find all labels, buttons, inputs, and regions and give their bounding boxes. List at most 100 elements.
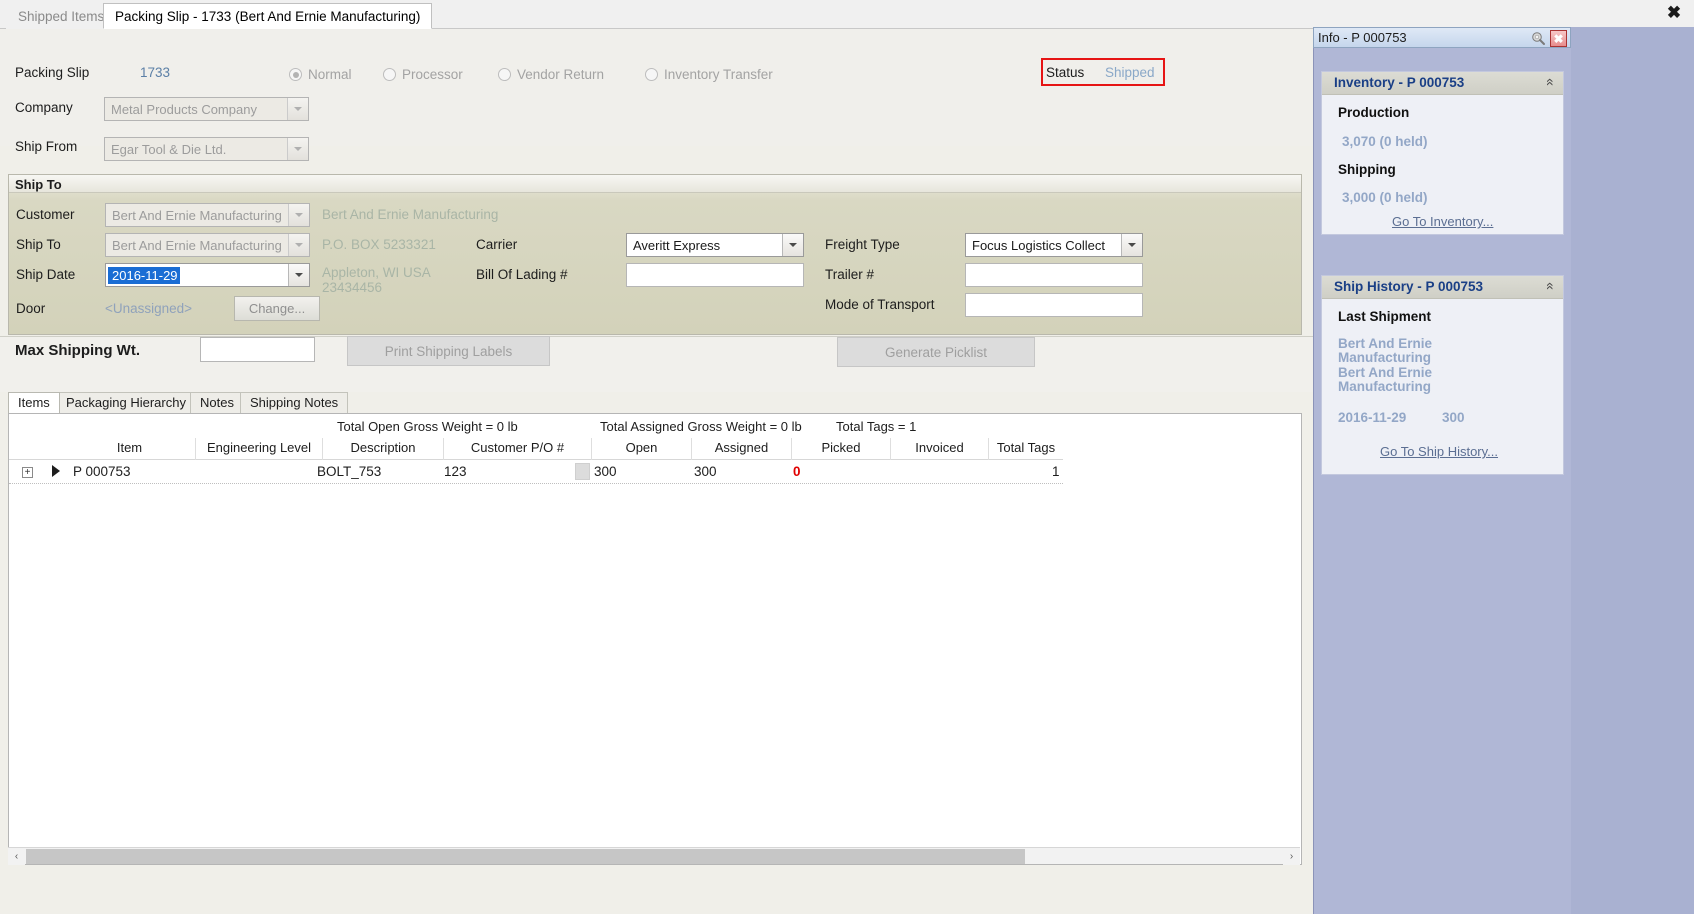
chevron-down-icon[interactable] — [288, 234, 309, 256]
max-shipping-wt-label: Max Shipping Wt. — [15, 342, 140, 359]
ship-date-combo[interactable]: 2016-11-29 — [105, 263, 310, 287]
print-shipping-labels-label: Print Shipping Labels — [384, 343, 513, 359]
lower-tab-strip: Items Packaging Hierarchy Notes Shipping… — [8, 392, 1302, 413]
ship-history-customer-line-1: Bert And Ernie — [1338, 336, 1433, 351]
cell-description: BOLT_753 — [317, 464, 382, 479]
go-to-inventory-link[interactable]: Go To Inventory... — [1392, 214, 1493, 229]
go-to-ship-history-link[interactable]: Go To Ship History... — [1380, 444, 1498, 459]
carrier-combo[interactable]: Averitt Express — [626, 233, 804, 257]
scrollbar-thumb[interactable] — [26, 849, 1025, 864]
ship-to-combo[interactable]: Bert And Ernie Manufacturing — [105, 233, 310, 257]
company-combo-value: Metal Products Company — [111, 101, 257, 117]
ship-history-card-header[interactable]: Ship History - P 000753 « — [1322, 276, 1563, 299]
ship-to-combo-value: Bert And Ernie Manufacturing — [112, 237, 282, 253]
chevron-up-icon[interactable]: « — [1543, 78, 1559, 86]
cell-picked: 0 — [793, 464, 801, 479]
tab-packaging-hierarchy-label: Packaging Hierarchy — [66, 395, 186, 410]
total-tags: Total Tags = 1 — [836, 419, 917, 434]
generate-picklist-button[interactable]: Generate Picklist — [837, 337, 1035, 367]
column-header-item[interactable]: Item — [64, 438, 196, 460]
inventory-shipping-value: 3,000 (0 held) — [1342, 190, 1428, 205]
tab-shipping-notes[interactable]: Shipping Notes — [240, 392, 349, 413]
customer-display-name: Bert And Ernie Manufacturing — [322, 207, 499, 222]
form-header-section: Packing Slip 1733 Normal Processor Vendo… — [0, 29, 1313, 161]
inventory-shipping-label: Shipping — [1338, 162, 1396, 177]
table-row[interactable]: + P 000753 BOLT_753 123 300 300 0 1 — [9, 461, 1063, 484]
radio-normal-label: Normal — [308, 67, 352, 82]
bill-of-lading-input[interactable] — [626, 263, 804, 287]
dock-close-icon[interactable]: ✖ — [1550, 30, 1567, 47]
items-grid: Total Open Gross Weight = 0 lb Total Ass… — [8, 413, 1302, 865]
tab-packaging-hierarchy[interactable]: Packaging Hierarchy — [56, 392, 196, 413]
company-combo[interactable]: Metal Products Company — [104, 97, 309, 121]
column-header-description[interactable]: Description — [323, 438, 444, 460]
freight-type-label: Freight Type — [825, 237, 900, 252]
packing-slip-label: Packing Slip — [15, 65, 90, 80]
radio-processor-label: Processor — [402, 67, 463, 82]
door-label: Door — [16, 301, 46, 316]
pin-icon[interactable] — [1531, 31, 1546, 46]
ship-history-card: Ship History - P 000753 « Last Shipment … — [1321, 275, 1564, 475]
radio-inventory-transfer-label: Inventory Transfer — [664, 67, 773, 82]
application-window: Shipped Items Packing Slip - 1733 (Bert … — [0, 0, 1694, 914]
cell-open: 300 — [594, 464, 617, 479]
row-indicator-icon — [52, 465, 60, 477]
radio-inventory-transfer[interactable]: Inventory Transfer — [645, 67, 773, 82]
close-icon[interactable]: ✖ — [1664, 3, 1684, 23]
chevron-down-icon[interactable] — [287, 138, 308, 160]
column-header-total-tags[interactable]: Total Tags — [989, 438, 1063, 460]
status-label: Status — [1046, 65, 1085, 80]
row-expander-icon[interactable]: + — [22, 467, 33, 478]
address-line-3: 23434456 — [322, 280, 383, 295]
chevron-down-icon[interactable] — [1121, 234, 1142, 256]
horizontal-scrollbar[interactable]: ‹ › — [8, 847, 1300, 865]
ship-to-group: Ship To Customer Bert And Ernie Manufact… — [8, 174, 1302, 335]
trailer-label: Trailer # — [825, 267, 875, 282]
radio-processor[interactable]: Processor — [383, 67, 463, 82]
trailer-input[interactable] — [965, 263, 1143, 287]
column-header-engineering-level[interactable]: Engineering Level — [196, 438, 323, 460]
freight-type-combo[interactable]: Focus Logistics Collect — [965, 233, 1143, 257]
column-header-customer-po[interactable]: Customer P/O # — [444, 438, 592, 460]
ship-from-label: Ship From — [15, 139, 78, 154]
customer-combo[interactable]: Bert And Ernie Manufacturing — [105, 203, 310, 227]
inventory-production-label: Production — [1338, 105, 1410, 120]
info-dock-panel: Info - P 000753 ✖ Inventory - P 000753 «… — [1313, 27, 1694, 914]
radio-processor-ring — [383, 68, 396, 81]
tab-notes[interactable]: Notes — [190, 392, 244, 413]
tab-shipped-items[interactable]: Shipped Items — [6, 3, 117, 29]
chevron-down-icon[interactable] — [288, 204, 309, 226]
column-header-open[interactable]: Open — [592, 438, 692, 460]
address-line-1: P.O. BOX 5233321 — [322, 237, 436, 252]
inventory-card: Inventory - P 000753 « Production 3,070 … — [1321, 71, 1564, 235]
scroll-left-button[interactable]: ‹ — [8, 848, 25, 865]
radio-normal[interactable]: Normal — [289, 67, 352, 82]
scroll-right-button[interactable]: › — [1283, 848, 1300, 865]
mode-of-transport-input[interactable] — [965, 293, 1143, 317]
max-shipping-wt-input[interactable] — [200, 337, 315, 362]
customer-combo-value: Bert And Ernie Manufacturing — [112, 207, 282, 223]
ship-from-combo[interactable]: Egar Tool & Die Ltd. — [104, 137, 309, 161]
chevron-down-icon[interactable] — [287, 98, 308, 120]
print-shipping-labels-button[interactable]: Print Shipping Labels — [347, 336, 550, 366]
tab-items[interactable]: Items — [8, 392, 60, 413]
radio-vendor-return[interactable]: Vendor Return — [498, 67, 604, 82]
chevron-down-icon[interactable] — [288, 264, 309, 286]
inventory-card-header[interactable]: Inventory - P 000753 « — [1322, 72, 1563, 95]
column-header-invoiced[interactable]: Invoiced — [891, 438, 989, 460]
tab-shipping-notes-label: Shipping Notes — [250, 395, 339, 410]
company-label: Company — [15, 100, 73, 115]
tab-packing-slip[interactable]: Packing Slip - 1733 (Bert And Ernie Manu… — [103, 3, 433, 29]
chevron-down-icon[interactable] — [782, 234, 803, 256]
ship-date-value: 2016-11-29 — [108, 266, 180, 284]
total-open-gross-weight: Total Open Gross Weight = 0 lb — [337, 419, 518, 434]
packing-slip-value: 1733 — [140, 65, 171, 80]
chevron-up-icon[interactable]: « — [1543, 282, 1559, 290]
grid-totals-row: Total Open Gross Weight = 0 lb Total Ass… — [9, 414, 1301, 438]
change-door-button[interactable]: Change... — [234, 296, 320, 321]
column-header-assigned[interactable]: Assigned — [692, 438, 792, 460]
ship-history-date: 2016-11-29 — [1338, 410, 1407, 425]
inventory-card-title: Inventory - P 000753 — [1334, 75, 1465, 90]
radio-normal-ring — [289, 68, 302, 81]
column-header-picked[interactable]: Picked — [792, 438, 891, 460]
